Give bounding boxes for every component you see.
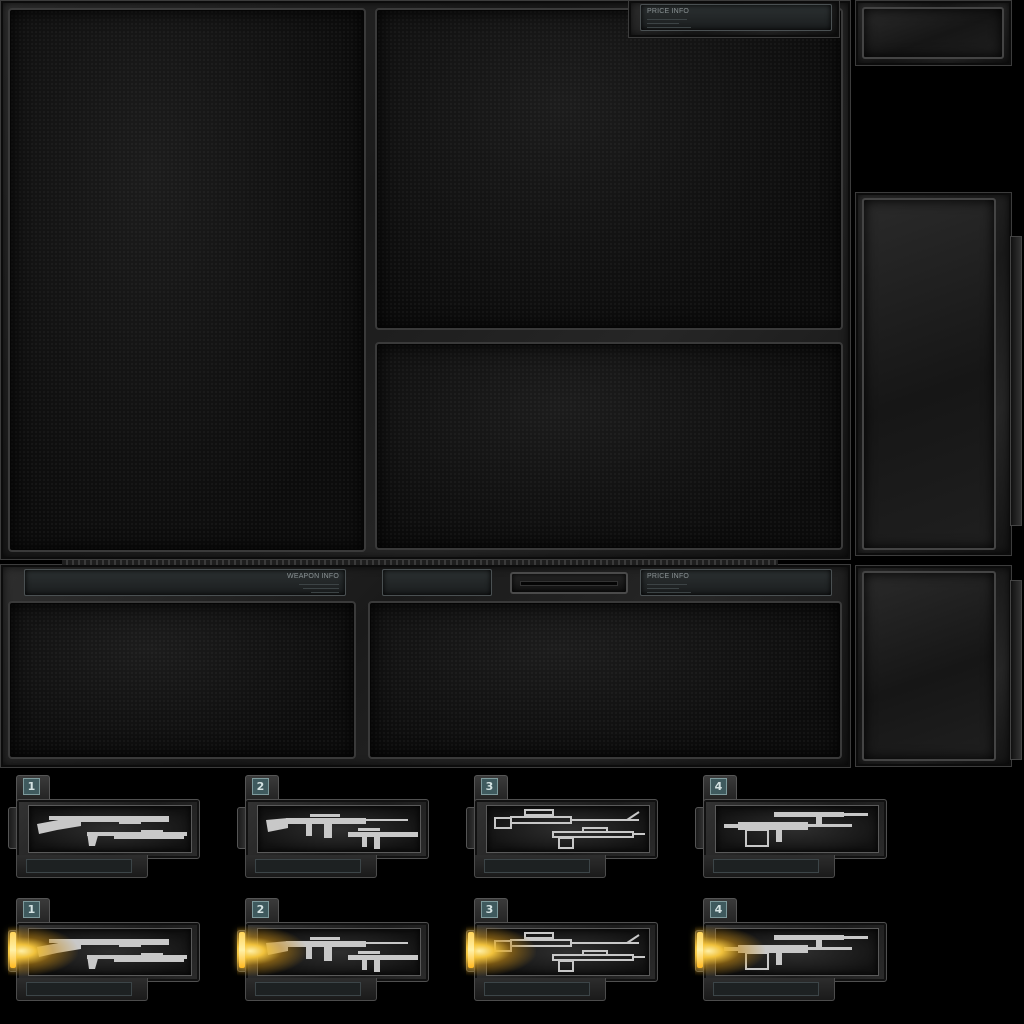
sniper-rifle-icon — [486, 805, 650, 853]
weapon-card-4-highlighted[interactable]: 4 — [695, 898, 887, 1002]
slot-number: 3 — [481, 778, 498, 795]
price-info-label-bottom: PRICE INFO — [647, 573, 690, 580]
weapon-card-2[interactable]: 2 — [237, 775, 429, 879]
highlight-glow — [237, 926, 307, 976]
highlight-bar — [697, 932, 703, 968]
small-plate — [382, 569, 492, 596]
highlight-glow — [695, 926, 765, 976]
highlight-bar — [468, 932, 474, 968]
shotgun-icon — [28, 805, 192, 853]
right-bottom-panel — [862, 571, 996, 761]
weapon-card-1-highlighted[interactable]: 1 — [8, 898, 200, 1002]
right-bottom-rail — [1010, 580, 1022, 760]
right-top-panel — [862, 7, 1004, 59]
slot-number: 1 — [23, 778, 40, 795]
upper-right-panel — [375, 8, 843, 330]
price-info-panel — [368, 601, 842, 759]
weapon-info-label: WEAPON INFO — [287, 573, 339, 580]
weapon-info-panel — [8, 601, 356, 759]
slot-number: 4 — [710, 901, 727, 918]
price-info-plate: PRICE INFO — [640, 4, 832, 31]
price-info-plate-bottom: PRICE INFO — [640, 569, 832, 596]
lower-right-panel — [375, 342, 843, 550]
weapon-card-2-highlighted[interactable]: 2 — [237, 898, 429, 1002]
slot-number: 3 — [481, 901, 498, 918]
weapon-card-1[interactable]: 1 — [8, 775, 200, 879]
slot-number: 4 — [710, 778, 727, 795]
weapon-info-plate: WEAPON INFO — [24, 569, 346, 596]
assault-rifle-icon — [257, 805, 421, 853]
machine-gun-icon — [715, 805, 879, 853]
highlight-glow — [466, 926, 536, 976]
price-info-label: PRICE INFO — [647, 8, 690, 15]
highlight-glow — [8, 926, 78, 976]
left-large-panel — [8, 8, 366, 552]
highlight-bar — [10, 932, 16, 968]
slot-number: 2 — [252, 901, 269, 918]
vent-strip — [62, 560, 778, 565]
right-middle-rail — [1010, 236, 1022, 526]
weapon-card-3-highlighted[interactable]: 3 — [466, 898, 658, 1002]
highlight-bar — [239, 932, 245, 968]
slot-number: 1 — [23, 901, 40, 918]
slot-bar — [510, 572, 628, 594]
right-middle-panel — [862, 198, 996, 550]
weapon-card-4[interactable]: 4 — [695, 775, 887, 879]
weapon-card-3[interactable]: 3 — [466, 775, 658, 879]
slot-number: 2 — [252, 778, 269, 795]
